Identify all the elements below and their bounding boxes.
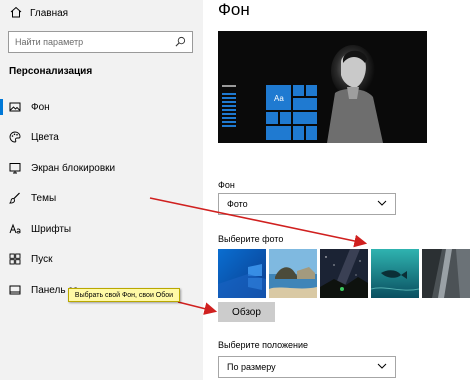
preview-tile <box>293 85 304 96</box>
sidebar-item-start[interactable]: Пуск <box>0 248 203 270</box>
photo-thumbnail-night-sky[interactable] <box>320 249 368 298</box>
main-content: Фон Aa Фон Фото Выберите фото Обзор Выбе… <box>203 0 474 380</box>
annotation-tooltip: Выбрать свой Фон, свои Обои <box>68 288 180 302</box>
sidebar-item-fonts[interactable]: Шрифты <box>0 218 203 240</box>
preview-tile <box>293 98 317 110</box>
background-preview: Aa <box>218 31 427 143</box>
start-icon <box>9 253 21 265</box>
brush-icon <box>9 192 21 204</box>
sidebar-item-label: Цвета <box>31 131 59 143</box>
position-value: По размеру <box>227 362 276 372</box>
photo-thumbnail-coast[interactable] <box>269 249 317 298</box>
preview-tile-large: Aa <box>266 85 291 110</box>
settings-sidebar: Главная Персонализация Фон Цвета Экран б… <box>0 0 203 380</box>
image-icon <box>9 101 21 113</box>
search-box[interactable] <box>8 31 193 53</box>
photo-thumbnails <box>218 249 474 298</box>
sidebar-item-label: Шрифты <box>31 223 72 235</box>
section-title: Персонализация <box>9 66 93 77</box>
search-icon[interactable] <box>175 36 186 49</box>
preview-tile <box>306 85 317 96</box>
background-label: Фон <box>218 180 235 190</box>
sidebar-item-label: Пуск <box>31 253 53 265</box>
choose-photo-label: Выберите фото <box>218 234 284 244</box>
font-icon <box>9 223 21 235</box>
taskbar-icon <box>9 284 21 296</box>
preview-tile <box>280 112 291 124</box>
background-type-select[interactable]: Фото <box>218 193 396 215</box>
search-input[interactable] <box>15 37 175 47</box>
background-type-value: Фото <box>227 199 248 209</box>
preview-tile <box>293 112 317 124</box>
preview-tile <box>266 126 291 140</box>
page-title: Фон <box>218 0 250 19</box>
photo-thumbnail-rocks[interactable] <box>422 249 470 298</box>
lock-screen-icon <box>9 162 21 174</box>
preview-start-menu <box>218 85 242 143</box>
sidebar-item-colors[interactable]: Цвета <box>0 126 203 148</box>
palette-icon <box>9 131 21 143</box>
preview-tile <box>266 112 278 124</box>
sidebar-item-label: Экран блокировки <box>31 162 116 174</box>
position-label: Выберите положение <box>218 340 309 350</box>
home-icon <box>10 6 30 21</box>
preview-tile <box>306 126 317 140</box>
chevron-down-icon <box>377 198 387 210</box>
preview-tile <box>293 126 304 140</box>
photo-thumbnail-underwater[interactable] <box>371 249 419 298</box>
position-select[interactable]: По размеру <box>218 356 396 378</box>
home-link[interactable]: Главная <box>10 5 68 21</box>
chevron-down-icon <box>377 361 387 373</box>
browse-button[interactable]: Обзор <box>218 302 275 322</box>
sidebar-item-themes[interactable]: Темы <box>0 187 203 209</box>
sidebar-item-background[interactable]: Фон <box>0 96 203 118</box>
sidebar-item-label: Фон <box>31 101 50 113</box>
home-label: Главная <box>30 7 69 19</box>
sidebar-item-lock-screen[interactable]: Экран блокировки <box>0 157 203 179</box>
sidebar-item-label: Темы <box>31 192 57 204</box>
preview-wallpaper-image <box>313 31 403 143</box>
photo-thumbnail-windows[interactable] <box>218 249 266 298</box>
